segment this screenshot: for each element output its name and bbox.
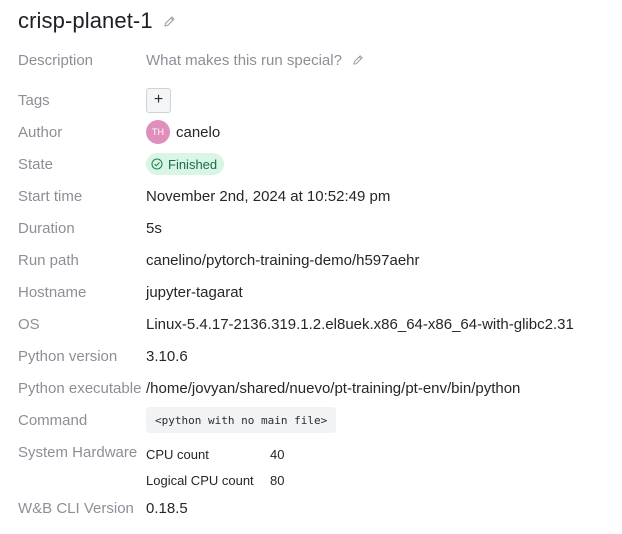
python-version-row: Python version 3.10.6 xyxy=(18,344,622,368)
python-executable-label: Python executable xyxy=(18,379,142,397)
hardware-key: CPU count xyxy=(146,446,209,462)
description-label: Description xyxy=(18,51,94,69)
hardware-value: 40 xyxy=(270,446,285,462)
hardware-value: 80 xyxy=(270,472,285,488)
run-path-row: Run path canelino/pytorch-training-demo/… xyxy=(18,248,622,272)
system-hardware-label: System Hardware xyxy=(18,443,138,461)
add-tag-button[interactable]: + xyxy=(146,87,171,113)
python-executable-row: Python executable /home/jovyan/shared/nu… xyxy=(18,376,622,400)
author-name[interactable]: canelo xyxy=(176,124,220,141)
edit-description-pencil-icon[interactable] xyxy=(352,54,364,66)
hostname-value: jupyter-tagarat xyxy=(146,283,243,301)
start-time-label: Start time xyxy=(18,187,83,205)
description-row: Description What makes this run special? xyxy=(18,48,622,72)
command-value: <python with no main file> xyxy=(146,407,337,433)
description-placeholder[interactable]: What makes this run special? xyxy=(146,52,342,69)
tags-row: Tags + xyxy=(18,87,622,113)
run-title-row: crisp-planet-1 xyxy=(18,6,176,36)
run-path-value[interactable]: canelino/pytorch-training-demo/h597aehr xyxy=(146,252,420,269)
system-hardware-row: System Hardware xyxy=(18,440,622,464)
edit-title-pencil-icon[interactable] xyxy=(163,15,176,28)
system-hardware-table: CPU count 40 Logical CPU count 80 xyxy=(146,441,284,493)
author-avatar[interactable]: TH xyxy=(146,120,170,144)
author-row: Author TH canelo xyxy=(18,120,622,144)
hardware-row: CPU count 40 xyxy=(146,441,284,467)
python-version-value: 3.10.6 xyxy=(146,347,188,365)
cli-version-row: W&B CLI Version 0.18.5 xyxy=(18,496,622,520)
run-path-label: Run path xyxy=(18,251,79,269)
start-time-value: November 2nd, 2024 at 10:52:49 pm xyxy=(146,187,391,205)
command-label: Command xyxy=(18,411,88,429)
cli-version-value: 0.18.5 xyxy=(146,499,188,517)
state-label: State xyxy=(18,155,54,173)
python-version-label: Python version xyxy=(18,347,118,365)
hardware-row: Logical CPU count 80 xyxy=(146,467,284,493)
state-badge: Finished xyxy=(146,153,225,175)
cli-version-label: W&B CLI Version xyxy=(18,499,134,517)
start-time-row: Start time November 2nd, 2024 at 10:52:4… xyxy=(18,184,622,208)
command-row: Command <python with no main file> xyxy=(18,407,622,433)
run-title: crisp-planet-1 xyxy=(18,8,153,33)
hardware-key: Logical CPU count xyxy=(146,472,254,488)
tags-label: Tags xyxy=(18,91,50,109)
author-label: Author xyxy=(18,123,63,141)
python-executable-value: /home/jovyan/shared/nuevo/pt-training/pt… xyxy=(146,379,521,397)
hostname-row: Hostname jupyter-tagarat xyxy=(18,280,622,304)
hostname-label: Hostname xyxy=(18,283,87,301)
check-circle-icon xyxy=(151,158,163,170)
os-row: OS Linux-5.4.17-2136.319.1.2.el8uek.x86_… xyxy=(18,312,622,336)
os-label: OS xyxy=(18,315,40,333)
duration-row: Duration 5s xyxy=(18,216,622,240)
state-row: State Finished xyxy=(18,152,622,176)
state-value: Finished xyxy=(168,156,218,172)
duration-label: Duration xyxy=(18,219,75,237)
duration-value: 5s xyxy=(146,219,162,237)
os-value: Linux-5.4.17-2136.319.1.2.el8uek.x86_64-… xyxy=(146,315,574,333)
